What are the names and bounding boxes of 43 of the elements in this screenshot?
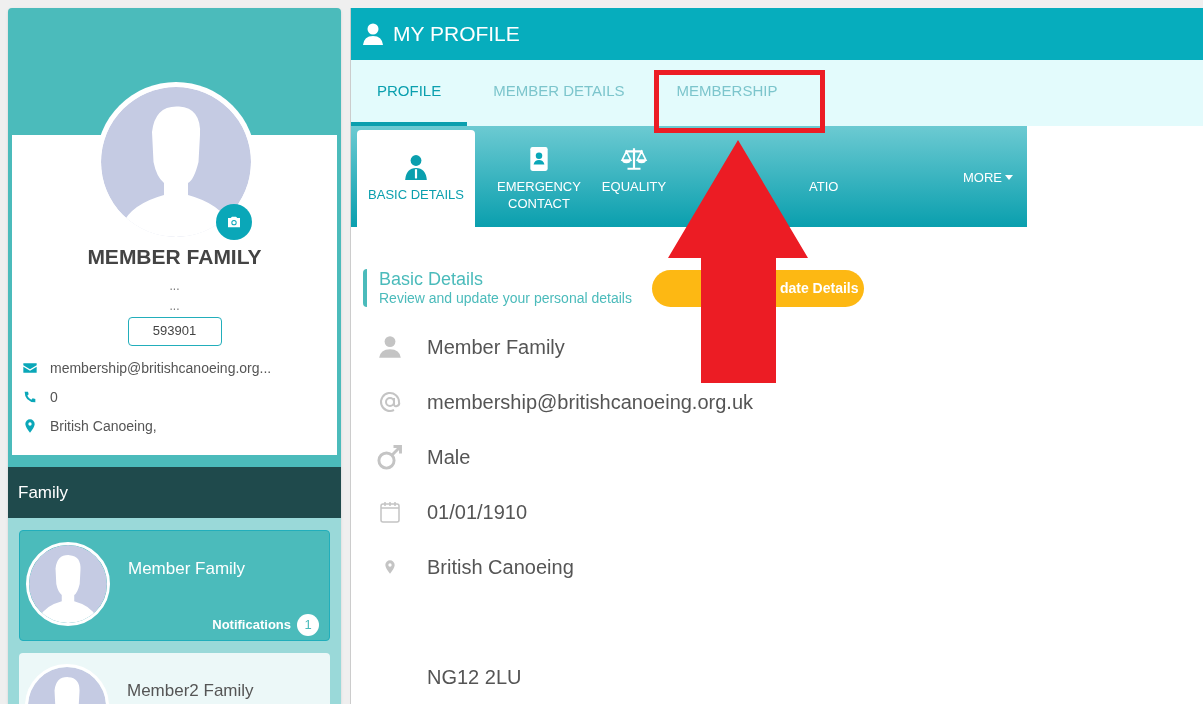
subtab[interactable]: BASIC DETAILS [357, 130, 475, 227]
subtab[interactable]: EQUALITY [602, 146, 666, 195]
detail-text: Male [427, 444, 471, 470]
section-title: Basic Details [379, 269, 485, 289]
family-member-card[interactable]: Member2 Family [19, 653, 330, 704]
family-member-card[interactable]: Member Family Notifications 1 [19, 530, 330, 641]
profile-line: ... [169, 278, 180, 293]
at-sign-icon [378, 389, 402, 414]
contact-text: British Canoeing, [50, 416, 157, 436]
notification-count: 1 [297, 614, 319, 636]
envelope-icon [22, 360, 38, 376]
camera-icon [225, 214, 243, 230]
detail-text: British Canoeing [427, 554, 574, 580]
scales-icon [618, 146, 650, 172]
member-name: Member2 Family [127, 680, 254, 702]
tab[interactable]: MEMBER DETAILS [467, 60, 651, 126]
person-icon [377, 333, 403, 360]
subtab[interactable]: ATIO [809, 178, 839, 195]
avatar-silhouette-icon [26, 542, 110, 626]
phone-icon [22, 389, 38, 405]
member-number: 593901 [127, 316, 222, 346]
detail-text: 01/01/1910 [427, 499, 528, 525]
member-name: Member Family [128, 558, 246, 580]
location-pin-icon [22, 418, 38, 434]
detail-text: NG12 2LU [427, 664, 522, 690]
caret-icon [1005, 174, 1013, 180]
contact-text: 0 [50, 387, 58, 407]
more-menu[interactable]: MORE [963, 167, 1013, 188]
contact-text: membership@britishcanoeing.org... [50, 358, 272, 378]
user-icon [361, 22, 385, 46]
page-title: MY PROFILE [393, 21, 520, 48]
person-icon [403, 154, 429, 180]
detail-text: Member Family [427, 334, 565, 360]
subtab[interactable]: EMERGENCY CONTACT [496, 146, 582, 212]
profile-line: ... [169, 298, 180, 313]
male-symbol-icon [376, 442, 404, 471]
member-name: MEMBER FAMILY [87, 244, 262, 270]
tab[interactable]: MEMBERSHIP [650, 60, 804, 126]
detail-text: membership@britishcanoeing.org.uk [427, 389, 753, 415]
notifications-label: Notifications [212, 616, 291, 635]
family-title: Family [18, 481, 69, 504]
section-subtitle: Review and update your personal details [379, 289, 632, 307]
location-pin-icon [382, 558, 398, 575]
